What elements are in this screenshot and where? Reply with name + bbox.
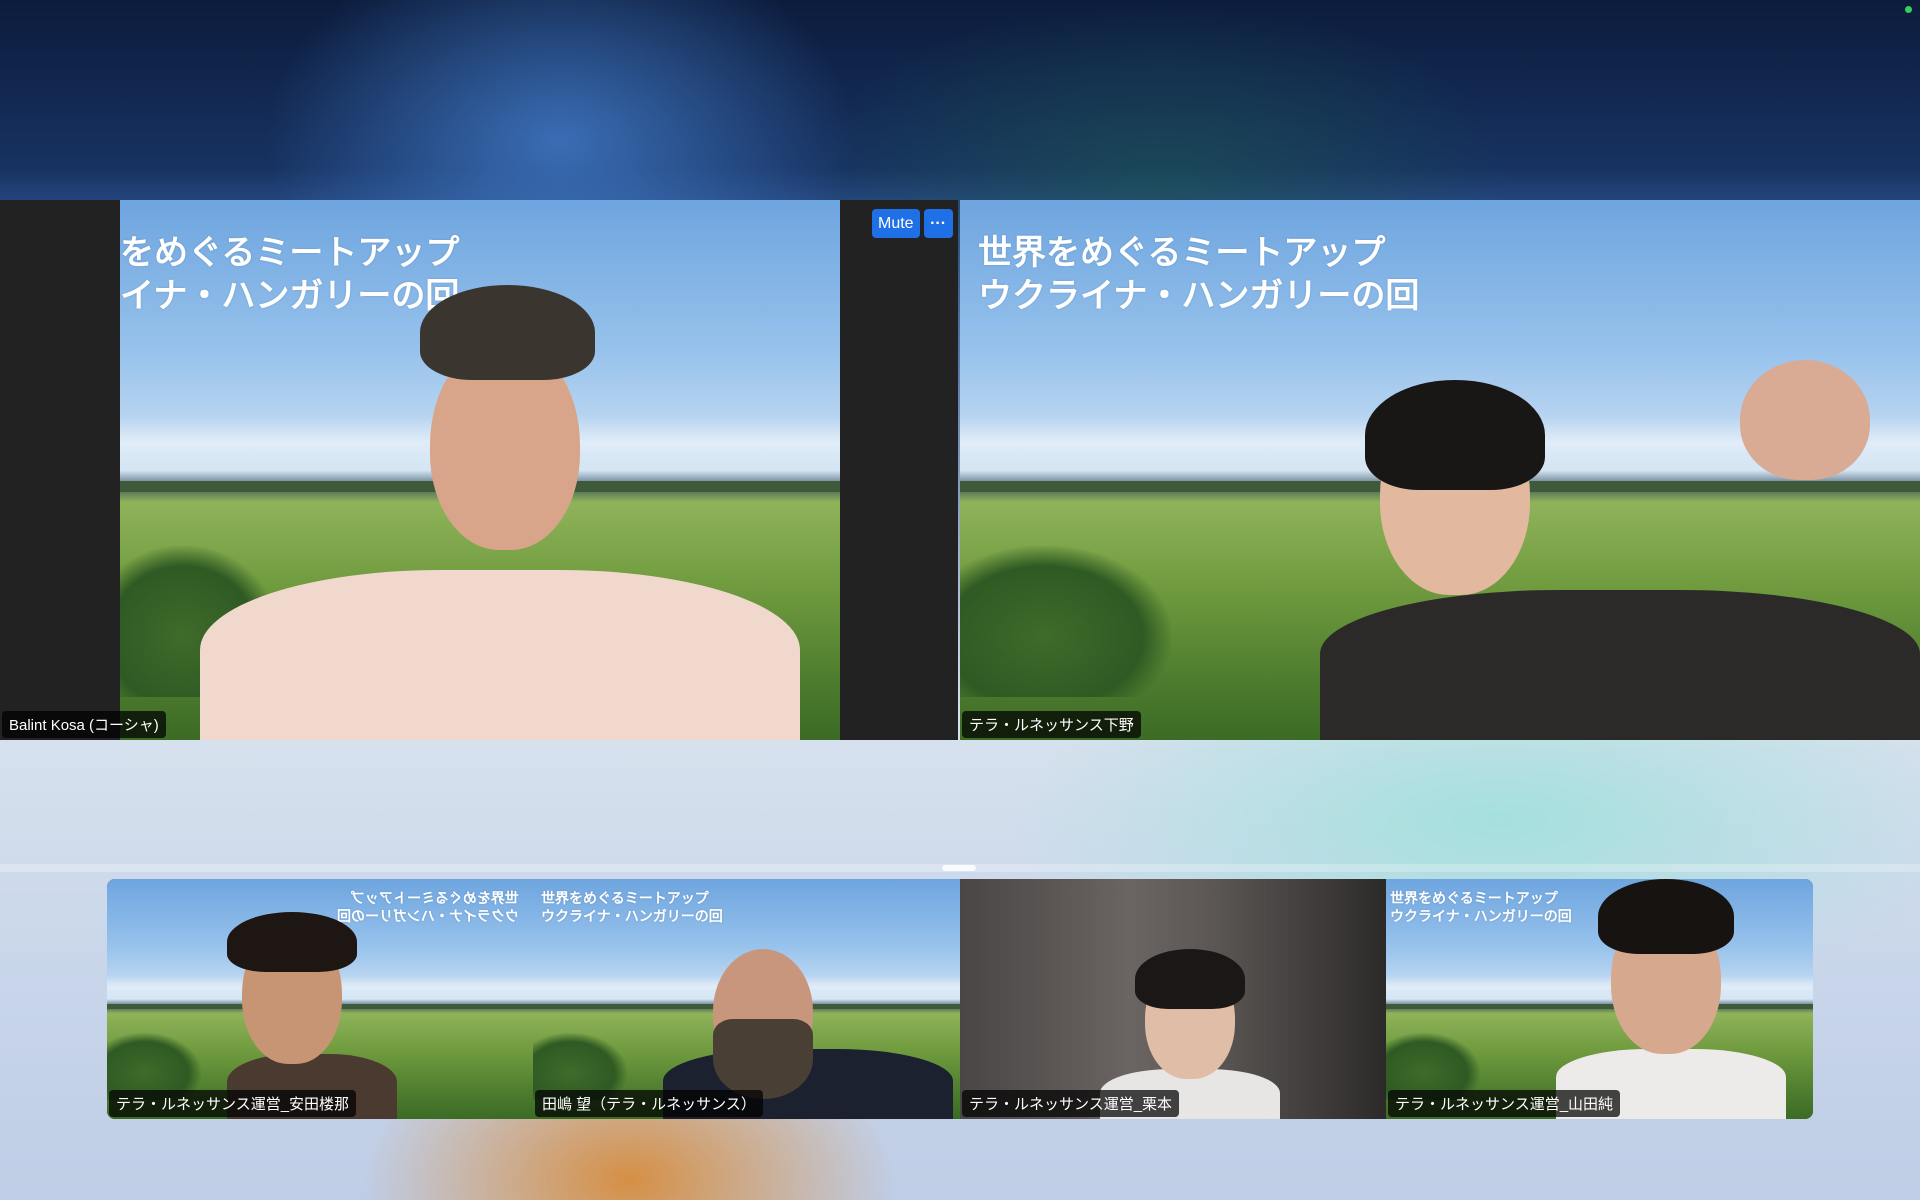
mute-button[interactable]: Mute	[872, 209, 920, 238]
virtual-background-banner: 世界をめぐるミートアップ ウクライナ・ハンガリーの回	[541, 891, 723, 925]
letterbox-right	[840, 200, 958, 740]
participant-video-person	[1320, 340, 1920, 740]
tile-hover-controls: Mute ···	[872, 209, 953, 238]
participant-name-label: テラ・ルネッサンス運営_栗本	[962, 1090, 1180, 1117]
more-options-button[interactable]: ···	[923, 209, 953, 238]
participant-name-label: テラ・ルネッサンス運営_安田楼那	[109, 1090, 357, 1117]
participant-video-person	[1546, 879, 1786, 1119]
camera-indicator-dot	[1905, 6, 1912, 13]
video-tile-gallery-4[interactable]: 世界をめぐるミートアップ ウクライナ・ハンガリーの回 テラ・ルネッサンス運営_山…	[1386, 879, 1813, 1119]
video-tile-speaker-2[interactable]: 世界をめぐるミートアップ ウクライナ・ハンガリーの回 テラ・ルネッサンス下野	[960, 200, 1920, 740]
participant-name-label: 田嶋 望（テラ・ルネッサンス）	[535, 1090, 763, 1117]
participant-name-label: テラ・ルネッサンス運営_山田純	[1388, 1090, 1621, 1117]
video-tile-speaker-1[interactable]: をめぐるミートアップ イナ・ハンガリーの回 Balint Kosa (コーシャ)	[0, 200, 958, 740]
participant-video-person	[180, 240, 800, 740]
video-tile-gallery-2[interactable]: 世界をめぐるミートアップ ウクライナ・ハンガリーの回 田嶋 望（テラ・ルネッサン…	[533, 879, 960, 1119]
virtual-background-banner: 世界をめぐるミートアップ ウクライナ・ハンガリーの回	[1390, 891, 1572, 925]
video-feed: をめぐるミートアップ イナ・ハンガリーの回	[120, 200, 840, 740]
participant-name-label: テラ・ルネッサンス下野	[962, 711, 1141, 738]
letterbox-left	[0, 200, 120, 740]
resize-handle[interactable]	[942, 865, 976, 871]
participant-name-label: Balint Kosa (コーシャ)	[2, 711, 166, 738]
participant-video-person	[207, 904, 407, 1119]
video-tile-gallery-3[interactable]: テラ・ルネッサンス運営_栗本	[960, 879, 1386, 1119]
video-tile-gallery-1[interactable]: 世界をめぐるミートアップ ウクライナ・ハンガリーの回 テラ・ルネッサンス運営_安…	[107, 879, 533, 1119]
virtual-background-banner: 世界をめぐるミートアップ ウクライナ・ハンガリーの回	[978, 233, 1420, 316]
